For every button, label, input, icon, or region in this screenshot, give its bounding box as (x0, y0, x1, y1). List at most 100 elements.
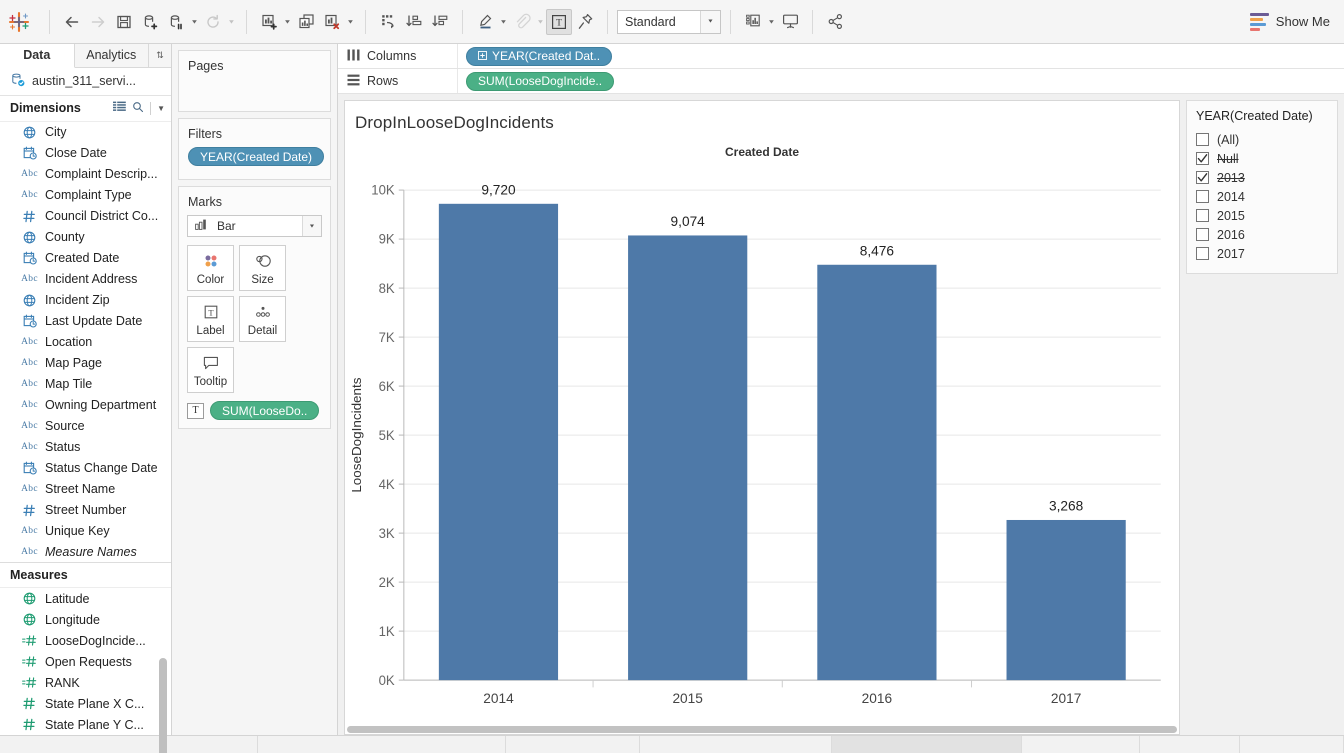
grid-view-icon[interactable] (113, 101, 126, 116)
legend-item[interactable]: 2015 (1187, 206, 1337, 225)
tab-data[interactable]: Data (0, 44, 75, 68)
highlight-caret[interactable] (498, 9, 509, 35)
legend-item[interactable]: (All) (1187, 130, 1337, 149)
field-item[interactable]: Council District Co... (0, 206, 171, 227)
field-item[interactable]: Abc Measure Names (0, 542, 171, 562)
field-item[interactable]: State Plane X C... (0, 693, 171, 714)
show-me-button[interactable]: Show Me (1249, 0, 1330, 43)
chevron-down-icon[interactable] (302, 216, 321, 236)
legend-checkbox[interactable] (1196, 247, 1209, 260)
pane-resize-handle-icon[interactable]: ⇅ (149, 44, 171, 67)
new-worksheet-caret[interactable] (282, 9, 293, 35)
group-members-caret[interactable] (535, 9, 546, 35)
bar[interactable] (817, 264, 937, 681)
legend-checkbox[interactable] (1196, 190, 1209, 203)
duplicate-sheet-button[interactable] (293, 9, 319, 35)
field-item[interactable]: Status Change Date (0, 458, 171, 479)
field-item[interactable]: Abc Street Name (0, 479, 171, 500)
show-cards-caret[interactable] (766, 9, 777, 35)
field-item[interactable]: Abc Source (0, 416, 171, 437)
field-item[interactable]: Open Requests (0, 651, 171, 672)
legend-checkbox[interactable] (1196, 133, 1209, 146)
chevron-down-icon[interactable]: ▼ (157, 104, 165, 113)
legend-item[interactable]: 2013 (1187, 168, 1337, 187)
marks-detail-button[interactable]: Detail (239, 296, 286, 342)
field-item[interactable]: Street Number (0, 500, 171, 521)
field-item[interactable]: Abc Unique Key (0, 521, 171, 542)
field-item[interactable]: Abc Owning Department (0, 395, 171, 416)
data-source-item[interactable]: austin_311_servi... (0, 68, 171, 96)
show-mark-labels-button[interactable]: T (546, 8, 572, 35)
bar[interactable] (438, 203, 559, 681)
expand-plus-icon[interactable] (478, 49, 487, 63)
share-workbook-button[interactable] (822, 9, 848, 35)
marks-size-button[interactable]: Size (239, 245, 286, 291)
field-item[interactable]: City (0, 122, 171, 143)
back-button[interactable] (59, 9, 85, 35)
marks-pill-sum-loosedog[interactable]: SUM(LooseDo.. (210, 401, 320, 420)
tab-analytics[interactable]: Analytics (74, 44, 149, 67)
legend-checkbox[interactable] (1196, 171, 1209, 184)
bar[interactable] (1006, 519, 1126, 681)
marks-type-select[interactable]: Bar (187, 215, 322, 237)
search-icon[interactable] (132, 101, 144, 116)
field-item[interactable]: County (0, 227, 171, 248)
field-item[interactable]: Incident Zip (0, 290, 171, 311)
legend-checkbox[interactable] (1196, 228, 1209, 241)
fix-axes-button[interactable] (572, 9, 598, 35)
bar[interactable] (628, 235, 748, 681)
refresh-data-source-caret[interactable] (226, 9, 237, 35)
legend-item[interactable]: 2016 (1187, 225, 1337, 244)
chevron-down-icon[interactable] (700, 10, 720, 33)
marks-label-button[interactable]: T Label (187, 296, 234, 342)
marks-label-shelf[interactable]: T SUM(LooseDo.. (179, 393, 330, 420)
field-item[interactable]: Last Update Date (0, 311, 171, 332)
new-worksheet-button[interactable] (256, 9, 282, 35)
field-item[interactable]: Abc Map Tile (0, 374, 171, 395)
viz-horizontal-scrollbar[interactable] (345, 725, 1179, 734)
new-data-source-button[interactable] (137, 9, 163, 35)
bar-chart[interactable]: 0K 1K 2K 3K 4K 5K 6K 7K 8K 9K 10K LooseDogIncidents… (345, 159, 1179, 734)
field-item[interactable]: LooseDogIncide... (0, 630, 171, 651)
sort-descending-button[interactable] (427, 9, 453, 35)
save-button[interactable] (111, 9, 137, 35)
sort-ascending-button[interactable] (401, 9, 427, 35)
field-item[interactable]: RANK (0, 672, 171, 693)
field-item[interactable]: Abc Map Page (0, 353, 171, 374)
columns-pill-year-created-date[interactable]: YEAR(Created Dat.. (466, 46, 613, 66)
field-item[interactable]: Latitude (0, 588, 171, 609)
legend-item[interactable]: 2014 (1187, 187, 1337, 206)
marks-color-button[interactable]: Color (187, 245, 234, 291)
rows-shelf-drop[interactable]: SUM(LooseDogIncide.. (458, 69, 1344, 93)
rows-pill-sum-loosedogincidents[interactable]: SUM(LooseDogIncide.. (466, 71, 615, 91)
data-pane-scrollbar[interactable] (159, 658, 167, 753)
field-item[interactable]: Abc Complaint Descrip... (0, 164, 171, 185)
swap-rows-columns-button[interactable] (375, 9, 401, 35)
filter-pill-year-created-date[interactable]: YEAR(Created Date) (188, 147, 325, 166)
field-item[interactable]: Abc Status (0, 437, 171, 458)
field-item[interactable]: Close Date (0, 143, 171, 164)
legend-item[interactable]: Null (1187, 149, 1337, 168)
filters-shelf[interactable]: YEAR(Created Date) (179, 147, 330, 166)
columns-shelf-drop[interactable]: YEAR(Created Dat.. (458, 44, 1344, 68)
presentation-mode-button[interactable] (777, 9, 803, 35)
show-cards-button[interactable] (740, 9, 766, 35)
pause-auto-update-caret[interactable] (189, 9, 200, 35)
fit-select[interactable]: Standard (617, 9, 721, 34)
field-item[interactable]: Abc Complaint Type (0, 185, 171, 206)
field-item[interactable]: State Plane Y C... (0, 714, 171, 735)
field-item[interactable]: Longitude (0, 609, 171, 630)
clear-sheet-button[interactable] (319, 9, 345, 35)
field-item[interactable]: Abc Incident Address (0, 269, 171, 290)
group-members-button[interactable] (509, 9, 535, 35)
legend-checkbox[interactable] (1196, 152, 1209, 165)
forward-button[interactable] (85, 9, 111, 35)
refresh-data-source-button[interactable] (200, 9, 226, 35)
marks-tooltip-button[interactable]: Tooltip (187, 347, 234, 393)
field-item[interactable]: Created Date (0, 248, 171, 269)
legend-item[interactable]: 2017 (1187, 244, 1337, 263)
field-item[interactable]: Abc Location (0, 332, 171, 353)
legend-checkbox[interactable] (1196, 209, 1209, 222)
pause-auto-update-button[interactable] (163, 9, 189, 35)
clear-sheet-caret[interactable] (345, 9, 356, 35)
